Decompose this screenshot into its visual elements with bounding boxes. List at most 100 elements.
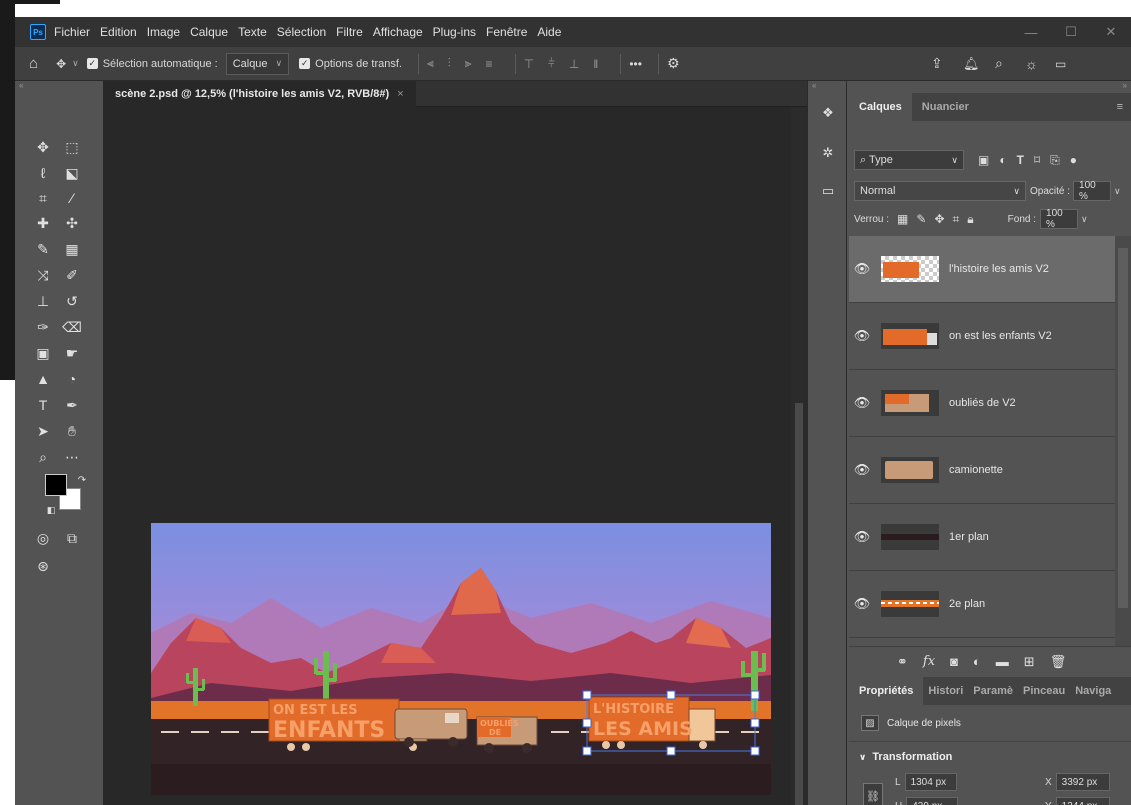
tab-historique[interactable]: Histori: [923, 677, 968, 705]
lock-position-icon[interactable]: ✥: [934, 212, 944, 226]
link-layers-icon[interactable]: ⚭: [897, 654, 908, 670]
filter-type-icon[interactable]: T: [1017, 153, 1024, 167]
menu-texte[interactable]: Texte: [238, 25, 267, 39]
close-window-button[interactable]: ✕: [1091, 17, 1131, 47]
align-bottom-icon[interactable]: ⊥: [569, 57, 579, 71]
home-icon[interactable]: ⌂: [29, 55, 38, 72]
search-icon[interactable]: ⌕: [995, 55, 1003, 72]
minimize-button[interactable]: —: [1011, 17, 1051, 47]
type-tool-icon[interactable]: T: [32, 394, 54, 416]
menu-affichage[interactable]: Affichage: [373, 25, 423, 39]
more-tools-icon[interactable]: ⋯: [61, 446, 83, 468]
menu-fichier[interactable]: Fichier: [54, 25, 90, 39]
fill-input[interactable]: 100 %: [1040, 208, 1079, 230]
edit-toolbar-icon[interactable]: ⊛: [32, 555, 54, 577]
layer-row[interactable]: 👁︎ l'histoire les amis V2: [849, 236, 1115, 303]
maximize-button[interactable]: ☐: [1051, 17, 1091, 47]
filter-pixel-icon[interactable]: ▣: [978, 153, 989, 167]
align-left-icon[interactable]: ⫷: [427, 56, 434, 71]
quick-mask-icon[interactable]: ◎: [32, 527, 54, 549]
collapse-strip-icon[interactable]: «: [808, 81, 846, 93]
mixer-tool-icon[interactable]: ⤨: [32, 264, 54, 286]
fill-chevron-icon[interactable]: ∨: [1081, 214, 1088, 225]
patch-tool-icon[interactable]: ✣: [61, 212, 83, 234]
filter-smartobject-icon[interactable]: ⎘: [1050, 153, 1060, 168]
menu-fenetre[interactable]: Fenêtre: [486, 25, 527, 39]
vertical-scrollbar[interactable]: [791, 107, 807, 805]
menu-filtre[interactable]: Filtre: [336, 25, 363, 39]
align-middle-icon[interactable]: ⫩: [548, 56, 555, 71]
tab-pinceau[interactable]: Pinceau: [1018, 677, 1070, 705]
object-select-tool-icon[interactable]: ⬕: [61, 162, 83, 184]
path-select-tool-icon[interactable]: ➤: [32, 420, 54, 442]
tab-proprietes[interactable]: Propriétés: [849, 677, 924, 705]
crop-tool-icon[interactable]: ⌗: [32, 187, 54, 209]
filter-shape-icon[interactable]: ⌑: [1034, 153, 1040, 167]
foreground-color-swatch[interactable]: [45, 474, 67, 496]
layers-scrollbar[interactable]: [1115, 236, 1131, 646]
auto-select-checkbox[interactable]: ✓ Sélection automatique :: [86, 58, 218, 70]
canvas-artwork[interactable]: ON EST LES ENFANTS OUBLIÉS DE L'HISTOIRE…: [151, 523, 771, 795]
align-center-icon[interactable]: ⫶: [448, 56, 451, 71]
layer-row[interactable]: 👁︎ oubliés de V2: [849, 370, 1115, 437]
move-tool-icon[interactable]: ✥: [32, 136, 54, 158]
lock-pixels-brush-icon[interactable]: ✎: [916, 212, 926, 226]
menu-edition[interactable]: Edition: [100, 25, 137, 39]
3d-materials-icon[interactable]: ❖: [818, 103, 838, 123]
tab-nuancier[interactable]: Nuancier: [912, 93, 979, 121]
lock-all-icon[interactable]: 🔒︎: [967, 212, 973, 227]
close-tab-icon[interactable]: ×: [397, 88, 403, 100]
screen-mode-icon[interactable]: ⧉: [61, 527, 83, 549]
pen-tool-icon[interactable]: ✒: [61, 394, 83, 416]
move-tool-preset-icon[interactable]: ✥ ∨: [56, 57, 79, 71]
collapse-tools-icon[interactable]: «: [15, 81, 103, 93]
adjustment-layer-icon[interactable]: ◐: [973, 654, 981, 669]
frame-icon[interactable]: ▭: [818, 181, 838, 201]
scrollbar-thumb[interactable]: [795, 403, 803, 805]
menu-calque[interactable]: Calque: [190, 25, 228, 39]
visibility-eye-icon[interactable]: 👁︎: [849, 261, 875, 277]
new-group-folder-icon[interactable]: ▬: [996, 654, 1009, 669]
art-history-tool-icon[interactable]: ✑: [32, 316, 54, 338]
blend-mode-dropdown[interactable]: Normal ∨: [854, 181, 1026, 201]
pencil-tool-icon[interactable]: ✐: [61, 264, 83, 286]
layer-row[interactable]: 👁︎ camionette: [849, 437, 1115, 504]
menu-aide[interactable]: Aide: [537, 25, 561, 39]
sharpen-tool-icon[interactable]: ▲: [32, 368, 54, 390]
new-layer-icon[interactable]: ⊞: [1024, 654, 1035, 670]
visibility-eye-icon[interactable]: 👁︎: [849, 596, 875, 612]
y-input[interactable]: 1344 px: [1055, 797, 1110, 805]
opacity-chevron-icon[interactable]: ∨: [1114, 186, 1121, 197]
tab-navigation[interactable]: Naviga: [1070, 677, 1116, 705]
layer-row[interactable]: 👁︎ 2e plan: [849, 571, 1115, 638]
tab-calques[interactable]: Calques: [849, 93, 912, 121]
distribute-horizontal-icon[interactable]: ≡: [486, 57, 493, 71]
dodge-tool-icon[interactable]: ◔: [61, 368, 83, 390]
link-dimensions-icon[interactable]: ⛓: [863, 783, 883, 805]
eyedropper-tool-icon[interactable]: ⁄: [61, 187, 83, 209]
pattern-tool-icon[interactable]: ▦: [61, 238, 83, 260]
eraser-tool-icon[interactable]: ⌫: [61, 316, 83, 338]
height-input[interactable]: 439 px: [906, 797, 959, 805]
lock-transparency-icon[interactable]: ▦: [897, 212, 908, 226]
adjustments-sparkle-icon[interactable]: ✲: [818, 143, 838, 163]
more-options-button[interactable]: •••: [629, 57, 642, 71]
menu-selection[interactable]: Sélection: [277, 25, 326, 39]
delete-trash-icon[interactable]: 🗑︎: [1050, 654, 1067, 670]
layer-row[interactable]: 👁︎ 1er plan: [849, 504, 1115, 571]
bell-icon[interactable]: 🔔︎: [963, 56, 980, 72]
discover-lightbulb-icon[interactable]: ☼: [1025, 56, 1038, 72]
collapse-panel-icon[interactable]: »: [849, 81, 1131, 93]
opacity-input[interactable]: 100 %: [1073, 180, 1112, 202]
lasso-tool-icon[interactable]: ℓ: [32, 162, 54, 184]
auto-select-target-dropdown[interactable]: Calque ∨: [225, 52, 290, 75]
clone-stamp-tool-icon[interactable]: ⊥: [32, 290, 54, 312]
marquee-tool-icon[interactable]: ⬚: [61, 136, 83, 158]
workspace-icon[interactable]: ▭: [1055, 57, 1066, 71]
transform-options-checkbox[interactable]: ✓ Options de transf.: [299, 58, 402, 70]
visibility-eye-icon[interactable]: 👁︎: [849, 462, 875, 478]
lock-artboard-icon[interactable]: ⌗: [953, 212, 960, 227]
filter-toggle-icon[interactable]: ●: [1070, 153, 1077, 167]
align-top-icon[interactable]: ⊤: [524, 57, 534, 71]
transformation-section-header[interactable]: ∨ Transformation: [859, 751, 952, 763]
